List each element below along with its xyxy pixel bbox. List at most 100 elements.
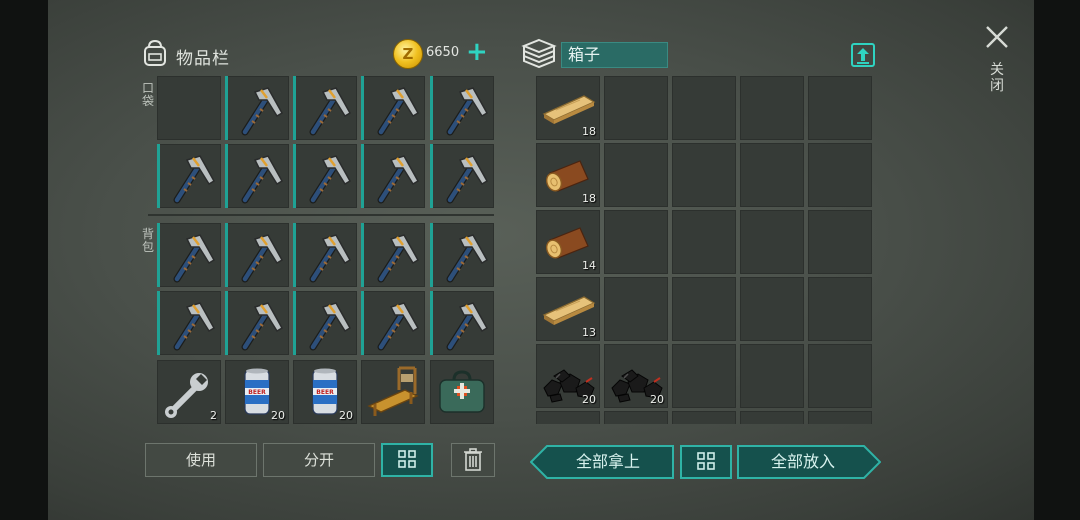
- split-button[interactable]: 分开: [263, 443, 375, 477]
- section-divider: [148, 214, 494, 216]
- item-count: 18: [582, 125, 596, 138]
- pickaxe-icon: [309, 302, 352, 351]
- empty-slot[interactable]: [808, 411, 872, 424]
- pickaxe-icon: [377, 234, 420, 283]
- chest-slot[interactable]: 13: [536, 277, 600, 341]
- inventory-title: 物品栏: [176, 49, 230, 69]
- empty-slot[interactable]: [740, 210, 804, 274]
- pickaxe-icon: [241, 155, 284, 204]
- empty-slot[interactable]: [604, 143, 668, 207]
- inventory-slot[interactable]: [157, 291, 221, 355]
- chest-icon: [521, 38, 557, 69]
- use-button[interactable]: 使用: [145, 443, 257, 477]
- sort-chest-button[interactable]: [680, 445, 732, 479]
- item-count: 20: [339, 409, 353, 422]
- inventory-slot[interactable]: [361, 76, 425, 140]
- inventory-slot[interactable]: [225, 291, 289, 355]
- inventory-slot[interactable]: 2: [157, 360, 221, 424]
- pocket-label: 口袋: [141, 81, 154, 108]
- item-count: 20: [271, 409, 285, 422]
- backpack-label: 背包: [141, 227, 154, 254]
- inventory-slot[interactable]: [293, 291, 357, 355]
- inventory-slot[interactable]: [225, 223, 289, 287]
- empty-slot[interactable]: [672, 344, 736, 408]
- empty-slot[interactable]: [808, 210, 872, 274]
- pickaxe-icon: [309, 87, 352, 136]
- empty-slot[interactable]: [740, 411, 804, 424]
- empty-slot[interactable]: [808, 143, 872, 207]
- workbench-icon: [367, 366, 419, 416]
- inventory-slot[interactable]: [361, 144, 425, 208]
- pickaxe-icon: [446, 87, 489, 136]
- inventory-slot[interactable]: [157, 144, 221, 208]
- inventory-slot[interactable]: [225, 76, 289, 140]
- empty-slot[interactable]: [808, 277, 872, 341]
- pickaxe-icon: [446, 234, 489, 283]
- inventory-slot[interactable]: [430, 76, 494, 140]
- pickaxe-icon: [446, 302, 489, 351]
- trash-button[interactable]: [451, 443, 495, 477]
- chest-slot[interactable]: 14: [536, 210, 600, 274]
- inventory-slot[interactable]: [430, 291, 494, 355]
- empty-slot[interactable]: [157, 76, 221, 140]
- trash-icon: [464, 448, 482, 471]
- inventory-slot[interactable]: [293, 76, 357, 140]
- chest-slot[interactable]: 18: [536, 143, 600, 207]
- inventory-slot[interactable]: [430, 223, 494, 287]
- empty-slot[interactable]: [604, 210, 668, 274]
- empty-slot[interactable]: [740, 76, 804, 140]
- chest-slot[interactable]: 20: [536, 344, 600, 408]
- inventory-slot[interactable]: BEER 20: [225, 360, 289, 424]
- sort-inventory-button[interactable]: [381, 443, 433, 477]
- empty-slot[interactable]: [672, 277, 736, 341]
- inventory-slot[interactable]: [157, 223, 221, 287]
- inventory-slot[interactable]: BEER 20: [293, 360, 357, 424]
- pickaxe-icon: [446, 155, 489, 204]
- take-all-button[interactable]: 全部拿上: [530, 445, 674, 479]
- empty-slot[interactable]: [740, 277, 804, 341]
- inventory-slot[interactable]: [361, 223, 425, 287]
- pickaxe-icon: [377, 155, 420, 204]
- put-all-button[interactable]: 全部放入: [737, 445, 881, 479]
- empty-slot[interactable]: [672, 210, 736, 274]
- empty-slot[interactable]: [672, 411, 736, 424]
- close-label[interactable]: 关闭: [988, 62, 1006, 94]
- empty-slot[interactable]: [536, 411, 600, 424]
- chest-grid: 18 18 14 13 20 20: [536, 76, 876, 424]
- empty-slot[interactable]: [740, 344, 804, 408]
- grid-icon: [398, 450, 416, 468]
- put-all-label: 全部放入: [770, 452, 835, 471]
- inventory-slot[interactable]: [430, 144, 494, 208]
- item-count: 14: [582, 259, 596, 272]
- inventory-slot[interactable]: [361, 360, 425, 424]
- right-bezel: [1034, 0, 1080, 520]
- grid-icon: [697, 452, 715, 470]
- inventory-slot[interactable]: [430, 360, 494, 424]
- inventory-slot[interactable]: [225, 144, 289, 208]
- item-count: 18: [582, 192, 596, 205]
- medkit-bag-icon: [439, 370, 485, 413]
- inventory-slot[interactable]: [293, 223, 357, 287]
- empty-slot[interactable]: [672, 76, 736, 140]
- upload-icon[interactable]: [850, 42, 876, 68]
- item-count: 20: [582, 393, 596, 406]
- empty-slot[interactable]: [604, 277, 668, 341]
- empty-slot[interactable]: [672, 143, 736, 207]
- chest-name: 箱子: [561, 42, 668, 68]
- pickaxe-icon: [241, 234, 284, 283]
- backpack-icon: [144, 39, 166, 66]
- empty-slot[interactable]: [604, 76, 668, 140]
- pickaxe-icon: [173, 234, 216, 283]
- chest-slot[interactable]: 18: [536, 76, 600, 140]
- item-count: 2: [210, 409, 217, 422]
- add-coins-button[interactable]: +: [466, 39, 488, 65]
- empty-slot[interactable]: [604, 411, 668, 424]
- pickaxe-icon: [173, 155, 216, 204]
- inventory-slot[interactable]: [361, 291, 425, 355]
- inventory-slot[interactable]: [293, 144, 357, 208]
- empty-slot[interactable]: [808, 76, 872, 140]
- chest-slot[interactable]: 20: [604, 344, 668, 408]
- close-icon[interactable]: [984, 24, 1010, 50]
- empty-slot[interactable]: [808, 344, 872, 408]
- empty-slot[interactable]: [740, 143, 804, 207]
